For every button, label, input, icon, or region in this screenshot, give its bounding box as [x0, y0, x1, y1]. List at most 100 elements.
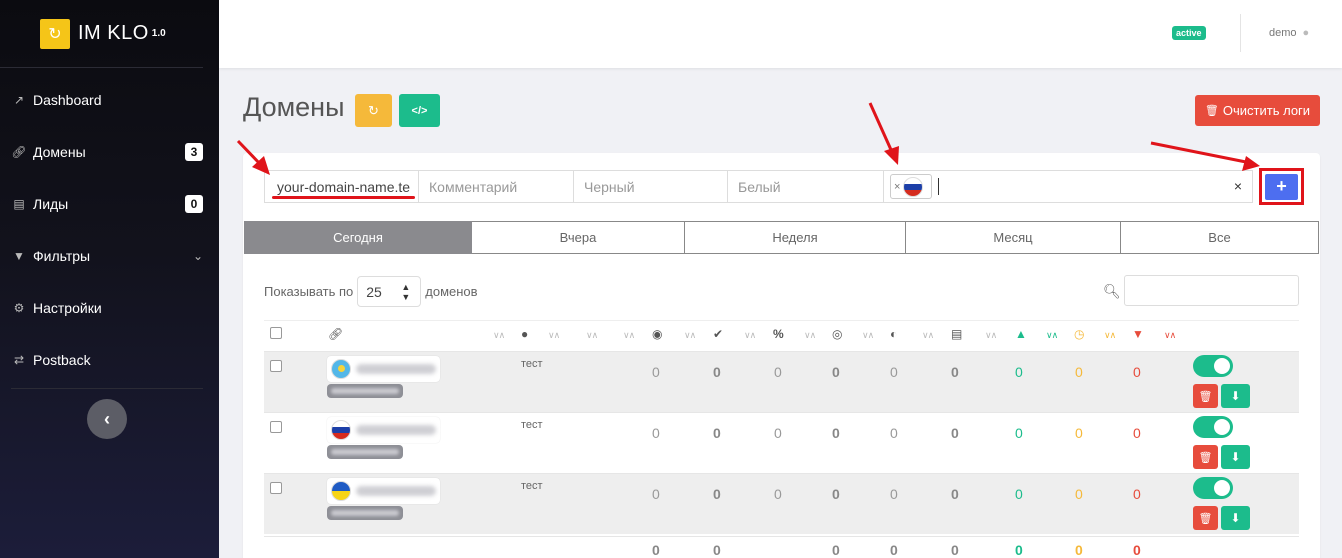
tab-month[interactable]: Месяц [906, 221, 1121, 254]
stat-rejected: 0 [1133, 486, 1141, 502]
sort-icon[interactable]: ∨∧ [862, 330, 874, 341]
trash-icon: 🗑︎ [1198, 390, 1213, 403]
sort-icon[interactable]: ∨∧ [493, 330, 505, 341]
page-title: Домены [243, 92, 345, 122]
chart-line-icon: ↗ [13, 93, 25, 107]
sidebar-item-dashboard[interactable]: ↗ Dashboard [0, 74, 219, 126]
domain-toggle[interactable] [1193, 355, 1233, 377]
comment-field[interactable]: Комментарий [419, 170, 574, 203]
clear-logs-button[interactable]: 🗑︎ Очистить логи [1195, 95, 1320, 126]
domain-name-blurred [356, 486, 436, 496]
sidebar-item-postback[interactable]: ⇄ Postback [0, 334, 219, 386]
row-checkbox[interactable] [270, 482, 282, 494]
flag-ua-icon [331, 481, 351, 501]
annotation-arrow [868, 102, 894, 153]
domain-link[interactable] [327, 478, 440, 504]
sidebar-collapse-button[interactable]: ‹ [87, 399, 127, 439]
add-domain-button[interactable]: + [1265, 173, 1298, 200]
comment-icon: ● [521, 327, 529, 341]
stat-unique: 0 [713, 364, 721, 380]
sort-icon[interactable]: ∨∧ [623, 330, 635, 341]
stat-approved: 0 [1015, 425, 1023, 441]
select-arrows-icon: ▲ ▼ [401, 281, 411, 302]
ip-badge [327, 445, 403, 459]
page-size-control: Показывать по 25 ▲ ▼ доменов [264, 276, 478, 307]
row-comment: тест [521, 419, 543, 431]
delete-button[interactable]: 🗑︎ [1193, 384, 1218, 408]
sort-icon[interactable]: ∨∧ [985, 330, 997, 341]
clear-logs-label: Очистить логи [1222, 103, 1311, 118]
sidebar-item-leads[interactable]: ▤ Лиды 0 [0, 178, 219, 230]
trash-icon: 🗑︎ [1204, 105, 1219, 117]
row-checkbox[interactable] [270, 360, 282, 372]
delete-button[interactable]: 🗑︎ [1193, 506, 1218, 530]
eye-icon: ◉ [652, 327, 663, 341]
select-all-checkbox[interactable] [270, 327, 282, 339]
sort-icon[interactable]: ∨∧ [804, 330, 816, 341]
domain-link[interactable] [327, 417, 440, 443]
clear-icon[interactable]: × [1234, 178, 1242, 194]
white-url-field[interactable]: Белый [728, 170, 885, 203]
thumbs-down-icon: ▼ [1132, 327, 1144, 341]
domain-name-blurred [356, 364, 436, 374]
row-comment: тест [521, 480, 543, 492]
sidebar-item-label: Dashboard [33, 92, 102, 108]
sort-icon[interactable]: ∨∧ [684, 330, 696, 341]
country-tag[interactable]: × [890, 174, 932, 199]
ip-badge [327, 384, 403, 398]
sort-icon[interactable]: ∨∧ [744, 330, 756, 341]
sidebar-item-filters[interactable]: ▼ Фильтры ⌄ [0, 230, 219, 282]
user-menu[interactable]: demo ● [1269, 27, 1309, 39]
stat-visits: 0 [652, 486, 660, 502]
stat-hidden: 0 [890, 364, 898, 380]
total-hidden: 0 [890, 542, 898, 558]
refresh-button[interactable]: ↻ [355, 94, 392, 127]
tab-all[interactable]: Все [1121, 221, 1319, 254]
remove-tag-icon[interactable]: × [894, 181, 900, 193]
delete-button[interactable]: 🗑︎ [1193, 445, 1218, 469]
stat-leads: 0 [951, 425, 959, 441]
stat-approved: 0 [1015, 364, 1023, 380]
sort-icon[interactable]: ∨∧ [1104, 330, 1116, 341]
text-caret [938, 178, 939, 195]
gear-icon: ⚙ [13, 301, 25, 315]
stat-rejected: 0 [1133, 425, 1141, 441]
download-button[interactable]: ⬇ [1221, 506, 1250, 530]
sort-icon[interactable]: ∨∧ [922, 330, 934, 341]
tab-yesterday[interactable]: Вчера [472, 221, 685, 254]
table-row: тест 0 0 0 0 0 0 0 0 0 🗑︎ ⬇ [264, 351, 1299, 412]
country-select[interactable]: × × [883, 170, 1253, 203]
download-button[interactable]: ⬇ [1221, 445, 1250, 469]
leads-count-badge: 0 [185, 195, 203, 213]
stat-percent: 0 [774, 364, 782, 380]
domain-toggle[interactable] [1193, 477, 1233, 499]
page-size-value: 25 [366, 283, 382, 300]
app-name: IM KLO [78, 22, 149, 44]
table-header: 🔗︎ ∨∧ ● ∨∧ ∨∧ ∨∧ ◉ ∨∧ ✔ ∨∧ % ∨∧ ◎ ∨∧ ◐ ∨… [264, 320, 1299, 350]
table-row: тест 0 0 0 0 0 0 0 0 0 🗑︎ ⬇ [264, 412, 1299, 473]
total-unique: 0 [713, 542, 721, 558]
black-url-field[interactable]: Черный [574, 170, 728, 203]
download-button[interactable]: ⬇ [1221, 384, 1250, 408]
search-icon: 🔍︎ [1103, 283, 1121, 299]
sidebar-item-settings[interactable]: ⚙ Настройки [0, 282, 219, 334]
tab-today[interactable]: Сегодня [244, 221, 472, 254]
sidebar-item-domains[interactable]: 🔗︎ Домены 3 [0, 126, 219, 178]
sort-icon[interactable]: ∨∧ [1046, 330, 1058, 341]
code-button[interactable]: </> [399, 94, 440, 127]
target-icon: ◎ [832, 327, 843, 341]
tab-week[interactable]: Неделя [685, 221, 906, 254]
sidebar-item-label: Лиды [33, 196, 69, 212]
logo[interactable]: ↻ IM KLO 1.0 [0, 0, 203, 68]
search-input[interactable] [1124, 275, 1299, 306]
total-rejected: 0 [1133, 542, 1141, 558]
sort-icon[interactable]: ∨∧ [548, 330, 560, 341]
page-size-suffix: доменов [425, 284, 478, 299]
page-size-select[interactable]: 25 ▲ ▼ [357, 276, 422, 307]
sort-icon[interactable]: ∨∧ [1164, 330, 1176, 341]
total-pending: 0 [1075, 542, 1083, 558]
domain-link[interactable] [327, 356, 440, 382]
domain-toggle[interactable] [1193, 416, 1233, 438]
row-checkbox[interactable] [270, 421, 282, 433]
sort-icon[interactable]: ∨∧ [586, 330, 598, 341]
